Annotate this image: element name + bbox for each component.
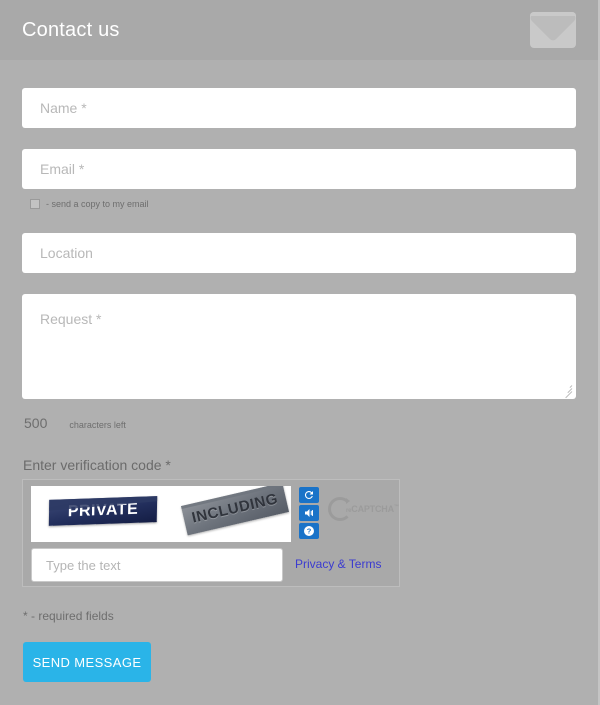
recaptcha-logo-name: CAPTCHA [351,504,394,514]
character-counter-number: 500 [24,415,48,431]
send-copy-label: - send a copy to my email [46,199,149,209]
recaptcha-challenge-image: PRIVATE INCLUDING [31,486,291,542]
required-fields-note: * - required fields [23,609,114,623]
svg-text:?: ? [307,527,312,536]
contact-form: - send a copy to my email 500 characters… [0,60,598,682]
refresh-icon[interactable] [299,487,319,503]
help-icon[interactable]: ? [299,523,319,539]
envelope-flap [530,12,576,43]
audio-icon[interactable] [299,505,319,521]
recaptcha-widget: PRIVATE INCLUDING ? reCAPTCHA™ Type the … [22,479,400,587]
captcha-word-two: INCLUDING [180,486,290,536]
recaptcha-logo: reCAPTCHA™ [328,494,399,524]
recaptcha-logo-arc-icon [328,497,352,521]
envelope-flap-cover [530,12,576,16]
page-title: Contact us [22,18,120,41]
send-copy-checkbox[interactable] [30,199,40,209]
privacy-terms-link[interactable]: Privacy & Terms [295,557,381,571]
contact-form-page: Contact us - send a copy to my email 500… [0,0,600,705]
captcha-word-one: PRIVATE [48,496,158,526]
recaptcha-logo-tm: ™ [393,504,399,510]
request-field-wrapper [22,294,576,399]
send-message-button[interactable]: SEND MESSAGE [23,642,151,682]
verification-code-label: Enter verification code * [23,457,171,473]
location-input[interactable] [22,233,576,273]
envelope-icon [530,12,576,48]
recaptcha-controls: ? [299,487,319,541]
recaptcha-logo-text: reCAPTCHA™ [346,504,399,514]
request-textarea[interactable] [22,294,576,399]
name-input[interactable] [22,88,576,128]
textarea-resize-handle[interactable] [562,384,573,399]
character-counter: 500 characters left [24,415,576,431]
character-counter-label: characters left [69,420,126,430]
captcha-text-input[interactable] [31,548,283,582]
page-header: Contact us [0,0,598,60]
email-input[interactable] [22,149,576,189]
send-copy-row: - send a copy to my email [22,196,576,212]
